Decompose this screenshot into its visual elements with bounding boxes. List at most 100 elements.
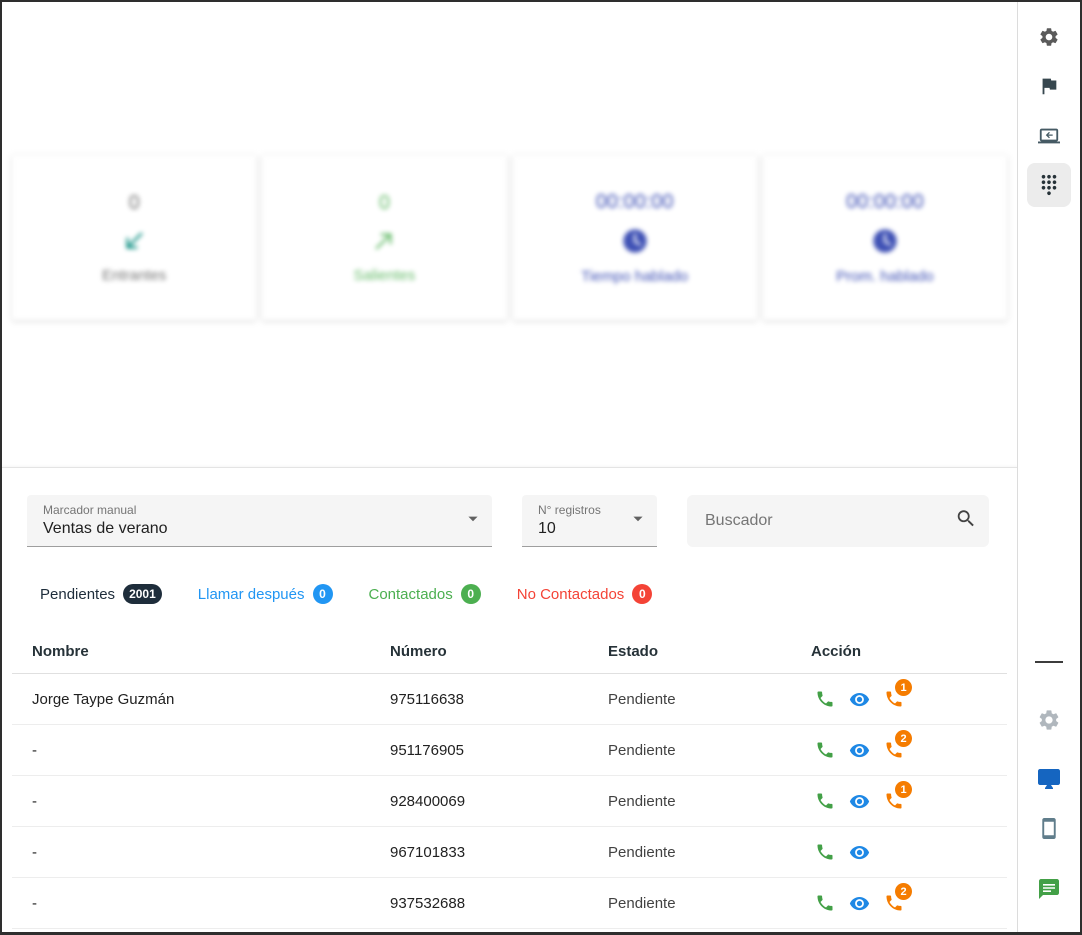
flag-icon[interactable]: [1038, 75, 1060, 97]
tab-label: Pendientes: [40, 586, 115, 603]
stat-label: Entrantes: [102, 267, 166, 284]
contact-number: 937532688: [390, 895, 608, 912]
search-input[interactable]: [687, 495, 989, 547]
table-row: - 967101833 Pendiente: [12, 827, 1007, 878]
tab-label: Llamar después: [198, 586, 305, 603]
contact-name: -: [32, 742, 390, 759]
table-header: Nombre Número Estado Acción: [12, 629, 1007, 674]
contact-name: -: [32, 793, 390, 810]
tab-no-contactados[interactable]: No Contactados 0: [517, 584, 653, 604]
view-button[interactable]: [849, 740, 870, 761]
row-actions: 1: [811, 791, 987, 812]
row-actions: 1: [811, 689, 987, 710]
contact-number: 928400069: [390, 793, 608, 810]
redial-count-badge: 1: [895, 679, 912, 696]
settings-icon[interactable]: [1038, 26, 1060, 48]
chevron-down-icon: [462, 507, 484, 534]
stat-value: 00:00:00: [596, 191, 674, 214]
call-button[interactable]: [815, 791, 835, 811]
call-button[interactable]: [815, 740, 835, 760]
tab-label: No Contactados: [517, 586, 625, 603]
stats-row: 0 Entrantes 0 Salientes 00:00:00 Tiempo …: [12, 155, 1007, 320]
records-select-value: 10: [538, 520, 621, 538]
contact-number: 967101833: [390, 844, 608, 861]
clock-icon: [621, 227, 649, 255]
call-made-icon: [371, 228, 397, 254]
row-actions: 2: [811, 893, 987, 914]
contact-number: 975116638: [390, 691, 608, 708]
contact-status: Pendiente: [608, 793, 811, 810]
search-icon[interactable]: [955, 508, 977, 535]
redial-count-badge: 2: [895, 730, 912, 747]
toolbar-divider: [1035, 661, 1063, 663]
records-select-label: N° registros: [538, 503, 621, 517]
row-actions: 2: [811, 740, 987, 761]
dialer-panel: Marcador manual Ventas de verano N° regi…: [2, 467, 1017, 935]
table-row: - 951176905 Pendiente 2: [12, 725, 1007, 776]
records-select[interactable]: N° registros 10: [522, 495, 657, 547]
filters-row: Marcador manual Ventas de verano N° regi…: [2, 468, 1017, 547]
tab-llamar-despues[interactable]: Llamar después 0: [198, 584, 333, 604]
call-received-icon: [121, 228, 147, 254]
tab-label: Contactados: [369, 586, 453, 603]
tab-count-badge: 0: [461, 584, 481, 604]
redial-button[interactable]: 2: [884, 740, 904, 760]
redial-count-badge: 2: [895, 883, 912, 900]
tab-count-badge: 2001: [123, 584, 162, 604]
contact-name: Jorge Taype Guzmán: [32, 691, 390, 708]
right-toolbar: [1017, 2, 1080, 932]
screen-share-icon[interactable]: [1038, 125, 1060, 147]
chat-icon[interactable]: [1037, 877, 1061, 901]
contact-status: Pendiente: [608, 742, 811, 759]
stat-label: Salientes: [354, 267, 416, 284]
view-button[interactable]: [849, 842, 870, 863]
call-button[interactable]: [815, 842, 835, 862]
redial-button[interactable]: 1: [884, 689, 904, 709]
campaign-select-value: Ventas de verano: [43, 520, 456, 538]
table-row: [12, 929, 1007, 935]
stat-card-entrantes: 0 Entrantes: [12, 155, 256, 320]
table-body: Jorge Taype Guzmán 975116638 Pendiente 1…: [12, 674, 1007, 935]
contacts-table: Nombre Número Estado Acción Jorge Taype …: [12, 629, 1007, 935]
contact-status: Pendiente: [608, 895, 811, 912]
stat-value: 0: [129, 192, 140, 215]
call-button[interactable]: [815, 893, 835, 913]
col-header-numero: Número: [390, 643, 608, 660]
view-button[interactable]: [849, 689, 870, 710]
stat-value: 00:00:00: [846, 191, 924, 214]
search-box: [687, 495, 989, 547]
clock-icon: [871, 227, 899, 255]
settings-circle-icon[interactable]: [1037, 708, 1061, 732]
redial-button[interactable]: 2: [884, 893, 904, 913]
tab-count-badge: 0: [313, 584, 333, 604]
stat-label: Prom. hablado: [836, 268, 934, 285]
smartphone-icon[interactable]: [1038, 817, 1061, 840]
table-row: - 928400069 Pendiente 1: [12, 776, 1007, 827]
contact-name: -: [32, 895, 390, 912]
stat-card-tiempo-hablado: 00:00:00 Tiempo hablado: [513, 155, 757, 320]
table-row: - 937532688 Pendiente 2: [12, 878, 1007, 929]
row-actions: [811, 842, 987, 863]
contact-status: Pendiente: [608, 844, 811, 861]
campaign-select-label: Marcador manual: [43, 503, 456, 517]
col-header-nombre: Nombre: [32, 643, 390, 660]
tab-count-badge: 0: [632, 584, 652, 604]
redial-count-badge: 1: [895, 781, 912, 798]
dialpad-icon[interactable]: [1027, 163, 1071, 207]
stat-value: 0: [379, 192, 390, 215]
campaign-select[interactable]: Marcador manual Ventas de verano: [27, 495, 492, 547]
view-button[interactable]: [849, 791, 870, 812]
tabs-row: Pendientes 2001 Llamar después 0 Contact…: [40, 581, 1017, 607]
stat-card-prom-hablado: 00:00:00 Prom. hablado: [763, 155, 1007, 320]
stat-card-salientes: 0 Salientes: [262, 155, 506, 320]
call-button[interactable]: [815, 689, 835, 709]
tab-contactados[interactable]: Contactados 0: [369, 584, 481, 604]
app-window: 0 Entrantes 0 Salientes 00:00:00 Tiempo …: [0, 0, 1082, 935]
desktop-icon[interactable]: [1037, 767, 1061, 791]
col-header-estado: Estado: [608, 643, 811, 660]
tab-pendientes[interactable]: Pendientes 2001: [40, 584, 162, 604]
view-button[interactable]: [849, 893, 870, 914]
table-row: Jorge Taype Guzmán 975116638 Pendiente 1: [12, 674, 1007, 725]
main-content: 0 Entrantes 0 Salientes 00:00:00 Tiempo …: [2, 2, 1017, 932]
redial-button[interactable]: 1: [884, 791, 904, 811]
